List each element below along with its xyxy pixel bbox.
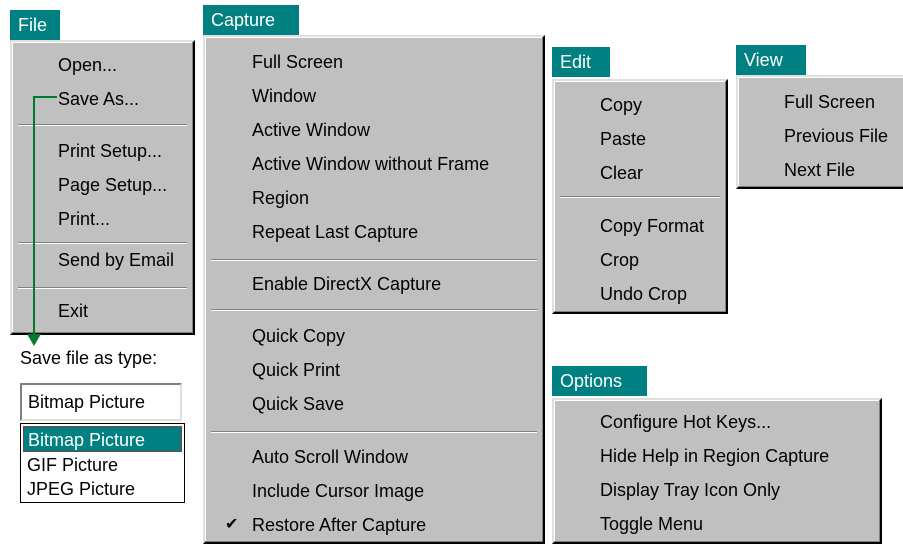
menu-item-save-as[interactable]: Save As... [58,82,139,116]
menu-item-include-cursor-image[interactable]: Include Cursor Image [252,474,424,508]
menu-separator [211,431,537,433]
menu-item-region[interactable]: Region [252,181,309,215]
menu-item-send-by-email[interactable]: Send by Email [58,243,174,277]
menu-item-copy-format[interactable]: Copy Format [600,209,704,243]
list-option-jpeg[interactable]: JPEG Picture [23,476,182,502]
menu-item-active-window-without-frame[interactable]: Active Window without Frame [252,147,489,181]
menu-separator [211,259,537,261]
menu-item-quick-copy[interactable]: Quick Copy [252,319,345,353]
menu-item-enable-directx-capture[interactable]: Enable DirectX Capture [252,267,441,301]
capture-menu-panel: Full Screen Window Active Window Active … [203,35,545,544]
menu-item-undo-crop[interactable]: Undo Crop [600,277,687,311]
menu-item-print-setup[interactable]: Print Setup... [58,134,162,168]
list-option-gif[interactable]: GIF Picture [23,452,182,478]
menu-item-configure-hot-keys[interactable]: Configure Hot Keys... [600,405,771,439]
file-menu-panel: Open... Save As... Print Setup... Page S… [10,40,195,335]
annotation-arrow-vertical [33,96,35,334]
view-menu-panel: Full Screen Previous File Next File [736,75,903,189]
menu-item-copy[interactable]: Copy [600,88,642,122]
save-type-label: Save file as type: [20,348,158,368]
menu-item-quick-print[interactable]: Quick Print [252,353,340,387]
menu-item-hide-help-region-capture[interactable]: Hide Help in Region Capture [600,439,829,473]
menu-item-toggle-menu[interactable]: Toggle Menu [600,507,703,541]
list-option-bitmap[interactable]: Bitmap Picture [23,426,182,452]
menu-item-restore-after-capture[interactable]: Restore After Capture [252,508,426,542]
menu-item-page-setup[interactable]: Page Setup... [58,168,167,202]
options-menu-panel: Configure Hot Keys... Hide Help in Regio… [552,398,882,544]
menu-item-clear[interactable]: Clear [600,156,643,190]
save-type-dropdown-list: Bitmap Picture GIF Picture JPEG Picture [20,423,185,503]
save-type-combobox[interactable]: Bitmap Picture [20,383,182,421]
menu-item-next-file[interactable]: Next File [784,153,855,187]
menu-item-quick-save[interactable]: Quick Save [252,387,344,421]
menu-item-paste[interactable]: Paste [600,122,646,156]
menu-item-exit[interactable]: Exit [58,294,88,328]
menu-item-active-window[interactable]: Active Window [252,113,370,147]
menu-separator [18,287,187,289]
menu-title-file[interactable]: File [10,10,60,40]
menu-separator [211,309,537,311]
menu-separator [560,196,720,198]
checkmark-icon: ✔ [225,516,239,533]
menu-item-repeat-last-capture[interactable]: Repeat Last Capture [252,215,418,249]
edit-menu-panel: Copy Paste Clear Copy Format Crop Undo C… [552,79,728,314]
menu-title-edit[interactable]: Edit [552,47,610,77]
menu-item-full-screen[interactable]: Full Screen [252,45,343,79]
menu-item-view-full-screen[interactable]: Full Screen [784,85,875,119]
menu-separator [18,124,187,126]
menu-title-options[interactable]: Options [552,366,647,396]
annotation-arrow-horizontal [33,96,57,98]
menu-item-auto-scroll-window[interactable]: Auto Scroll Window [252,440,408,474]
menu-item-window[interactable]: Window [252,79,316,113]
menu-item-open[interactable]: Open... [58,48,117,82]
menu-item-crop[interactable]: Crop [600,243,639,277]
menu-item-previous-file[interactable]: Previous File [784,119,888,153]
menu-item-print[interactable]: Print... [58,202,110,236]
menu-title-view[interactable]: View [736,45,806,75]
menu-title-capture[interactable]: Capture [203,5,299,35]
menu-item-display-tray-icon-only[interactable]: Display Tray Icon Only [600,473,780,507]
